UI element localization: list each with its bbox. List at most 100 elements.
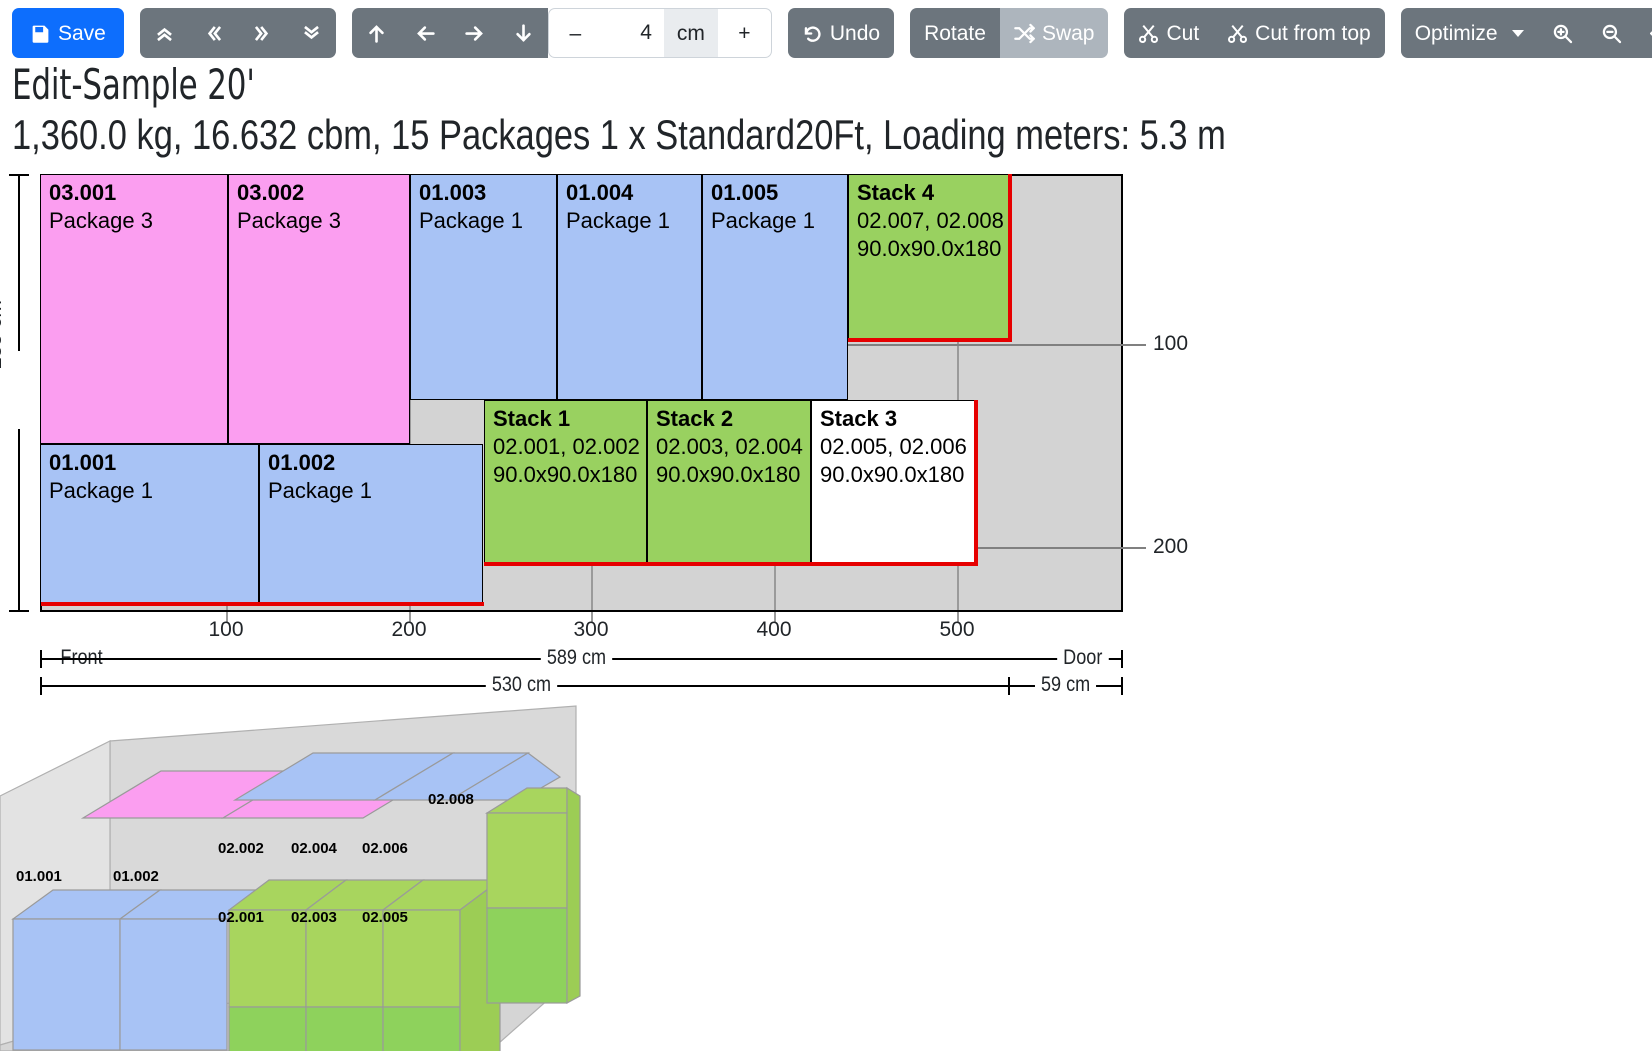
selection-highlight-stack4-bottom (848, 338, 1012, 342)
nudge-up-button[interactable] (351, 8, 401, 58)
cargo-item-id: Stack 1 (493, 406, 571, 431)
save-group: Save (12, 8, 124, 58)
dim-split-tick (1008, 677, 1010, 695)
cargo-item[interactable]: Stack 1 02.001, 02.002 90.0x90.0x180 (484, 400, 647, 565)
undo-group: Undo (787, 8, 895, 58)
move-to-right-button[interactable] (237, 8, 287, 58)
cargo-item-line2: 02.003, 02.004 (656, 434, 803, 460)
three-d-canvas[interactable] (0, 700, 620, 1056)
depth-tick-100 (1121, 344, 1146, 346)
view-group: Optimize 3d (1400, 8, 1652, 58)
three-d-cube-label: 02.004 (291, 840, 337, 857)
cargo-item-id: 01.004 (566, 180, 634, 205)
cargo-item-id: 03.002 (237, 180, 305, 205)
x-tick-label-500: 500 (939, 618, 975, 641)
step-increase-button[interactable]: + (717, 8, 772, 58)
dim-cap-end (1121, 677, 1123, 695)
cube-01-002-front (119, 918, 228, 1051)
cargo-item-line3: 90.0x90.0x180 (493, 462, 638, 488)
x-tick-label-400: 400 (756, 618, 792, 641)
optimize-dropdown[interactable]: Optimize (1400, 8, 1538, 58)
cargo-item-line2: Package 1 (268, 478, 372, 504)
cargo-item-line3: 90.0x90.0x180 (857, 236, 1002, 262)
scissors-icon (1138, 23, 1159, 44)
cut-from-top-button[interactable]: Cut from top (1213, 8, 1385, 58)
cut-button[interactable]: Cut (1124, 8, 1214, 58)
depth-tick-label-200: 200 (1153, 535, 1189, 558)
zoom-out-button[interactable] (1586, 8, 1636, 58)
three-d-cube-label: 02.006 (362, 840, 408, 857)
cut-label: Cut (1166, 21, 1200, 45)
selection-highlight-stack123-bottom (484, 562, 978, 566)
transform-group: Rotate Swap (910, 8, 1109, 58)
move-to-bottom-button[interactable] (286, 8, 336, 58)
rear-stack-right-face (566, 786, 581, 1005)
dimension-row-total: Front 589 cm Door (0, 646, 1135, 672)
three-d-cube-label: 02.003 (291, 909, 337, 926)
move-to-top-button[interactable] (139, 8, 189, 58)
cargo-item[interactable]: Stack 4 02.007, 02.008 90.0x90.0x180 (848, 174, 1012, 342)
nudge-left-button[interactable] (400, 8, 450, 58)
cargo-item-line2: 02.001, 02.002 (493, 434, 640, 460)
cube-02-005-front (382, 1006, 461, 1056)
toolbar: Save – 4 cm + Undo Rotate Swap Cut Cut f… (0, 8, 1652, 58)
swap-button[interactable]: Swap (999, 8, 1109, 58)
cube-02-008-front (486, 812, 568, 909)
cargo-item[interactable]: 03.002 Package 3 (228, 174, 410, 444)
cargo-item[interactable]: 01.003 Package 1 (410, 174, 557, 400)
cargo-item-id: 01.005 (711, 180, 779, 205)
arrow-up-icon (366, 23, 387, 44)
cargo-item-line2: Package 1 (419, 208, 523, 234)
cargo-item[interactable]: Stack 3 02.005, 02.006 90.0x90.0x180 (811, 400, 977, 565)
page-subtitle: 1,360.0 kg, 16.632 cbm, 15 Packages 1 x … (12, 111, 1226, 158)
x-tick-label-200: 200 (391, 618, 427, 641)
chevron-double-up-icon (154, 23, 175, 44)
cube-02-007-front (486, 907, 568, 1004)
swap-label: Swap (1041, 21, 1095, 45)
cargo-item[interactable]: 01.004 Package 1 (557, 174, 702, 400)
selection-highlight-stack4-right (1008, 174, 1012, 342)
fit-width-button[interactable] (1635, 8, 1652, 58)
cargo-item-line2: Package 3 (237, 208, 341, 234)
cargo-item[interactable]: 01.001 Package 1 (40, 444, 259, 606)
nudge-down-button[interactable] (498, 8, 548, 58)
cargo-item[interactable]: 03.001 Package 3 (40, 174, 228, 444)
step-input[interactable]: 4 (601, 8, 664, 58)
plan-view[interactable]: 235 cm 03.001 Package 3 03.002 Package 3 01.… (0, 168, 1200, 708)
three-d-cube-label: 01.002 (113, 868, 159, 885)
chevron-double-right-icon (252, 23, 273, 44)
container-shell (112, 700, 576, 705)
cargo-item[interactable]: Stack 2 02.003, 02.004 90.0x90.0x180 (647, 400, 811, 565)
jump-group (139, 8, 336, 58)
three-d-cube-label: 01.001 (16, 868, 62, 885)
cargo-item-line2: 02.007, 02.008 (857, 208, 1004, 234)
x-tick-label-300: 300 (573, 618, 609, 641)
nudge-right-button[interactable] (449, 8, 499, 58)
chevron-down-icon (1511, 29, 1524, 37)
save-button[interactable]: Save (12, 8, 124, 58)
grid-line-depth-100 (848, 344, 1121, 346)
cube-02-003-front (305, 1006, 384, 1056)
cargo-item-line2: Package 1 (711, 208, 815, 234)
height-ruler-gap (10, 351, 30, 429)
zoom-in-button[interactable] (1537, 8, 1587, 58)
arrow-right-icon (464, 23, 485, 44)
step-decrease-button[interactable]: – (547, 8, 602, 58)
rotate-button[interactable]: Rotate (910, 8, 1000, 58)
cargo-item-line2: Package 1 (566, 208, 670, 234)
dim-cap-door (1121, 650, 1123, 668)
three-d-cube-label: 02.008 (428, 791, 474, 808)
three-d-view[interactable]: 01.001 01.002 02.002 02.004 02.006 02.001 02.0… (0, 700, 620, 1056)
dimension-row-used: 530 cm 59 cm (0, 673, 1135, 699)
cargo-item[interactable]: 01.005 Package 1 (702, 174, 848, 400)
cargo-item[interactable]: 01.002 Package 1 (259, 444, 483, 606)
cube-01-001-front (12, 918, 121, 1051)
move-to-left-button[interactable] (188, 8, 238, 58)
undo-button[interactable]: Undo (787, 8, 895, 58)
save-label: Save (58, 21, 106, 45)
cube-02-001-front (228, 1006, 307, 1056)
selection-highlight-stack3-right (974, 400, 978, 566)
cargo-item-line2: Package 3 (49, 208, 153, 234)
depth-tick-label-100: 100 (1153, 332, 1189, 355)
zoom-out-icon (1601, 23, 1622, 44)
